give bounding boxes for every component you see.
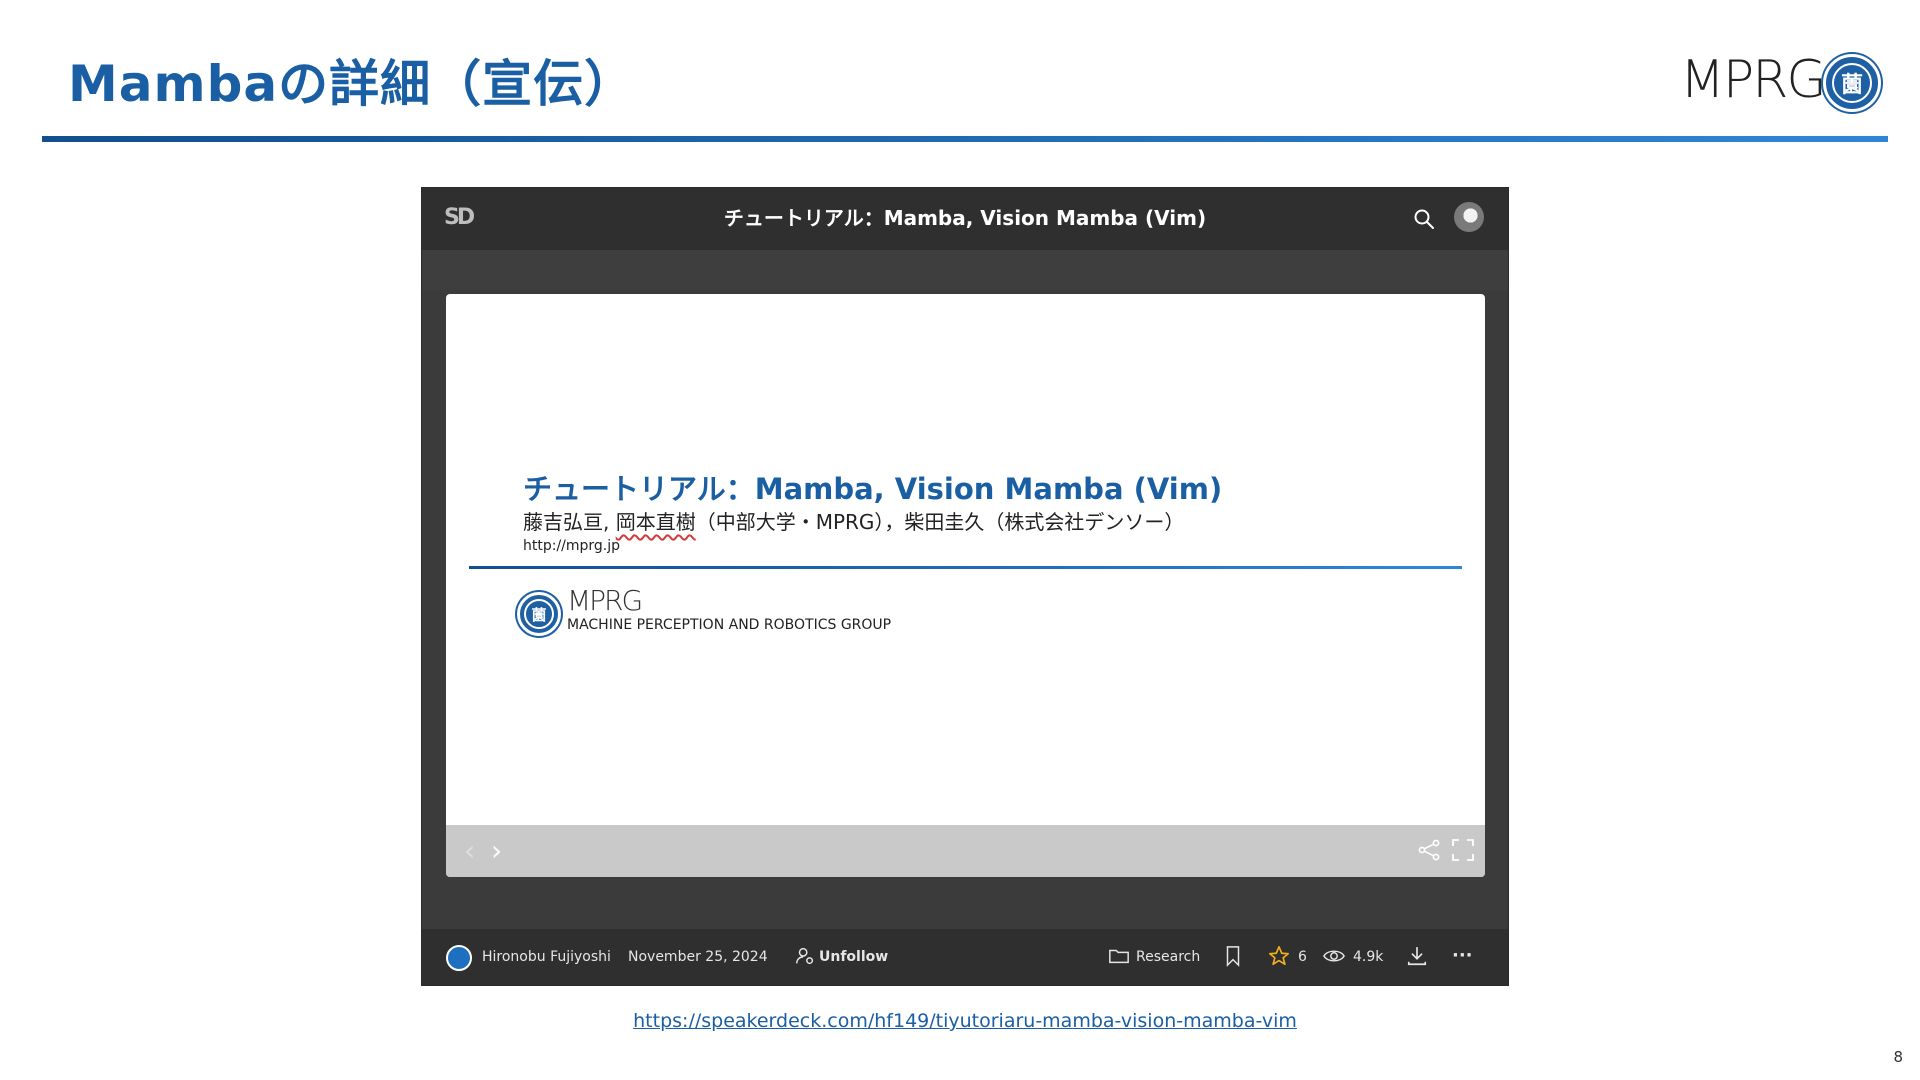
share-icon[interactable] <box>1417 838 1441 862</box>
fullscreen-icon[interactable] <box>1451 838 1475 862</box>
speakerdeck-subbar <box>422 250 1508 290</box>
slide-preview[interactable]: チュートリアル：Mamba, Vision Mamba (Vim) 藤吉弘亘, … <box>446 294 1485 877</box>
speakerdeck-topbar: SD チュートリアル：Mamba, Vision Mamba (Vim) <box>422 188 1508 250</box>
seal-glyph: 薗 <box>1832 63 1872 103</box>
preview-group-name: MACHINE PERCEPTION AND ROBOTICS GROUP <box>567 617 892 633</box>
speakerdeck-embed: SD チュートリアル：Mamba, Vision Mamba (Vim) チュー… <box>421 187 1509 986</box>
view-count: 4.9k <box>1353 949 1384 965</box>
authors-suffix: （中部大学・MPRG），柴田圭久（株式会社デンソー） <box>695 510 1185 534</box>
avatar[interactable] <box>1454 202 1484 232</box>
slide-title: Mambaの詳細（宣伝） <box>68 55 636 113</box>
author-name[interactable]: Hironobu Fujiyoshi <box>482 949 611 965</box>
preview-seal-glyph: 薗 <box>524 599 554 629</box>
slide-nav-bar: ‹ › <box>446 825 1485 877</box>
university-seal-icon: 薗 <box>1823 54 1881 112</box>
deck-title[interactable]: チュートリアル：Mamba, Vision Mamba (Vim) <box>422 202 1508 231</box>
preview-title: チュートリアル：Mamba, Vision Mamba (Vim) <box>523 472 1223 506</box>
folder-icon <box>1109 949 1129 964</box>
author-avatar-icon[interactable] <box>446 945 472 971</box>
preview-authors: 藤吉弘亘, 岡本直樹（中部大学・MPRG），柴田圭久（株式会社デンソー） <box>523 506 1184 535</box>
mprg-logo: MPRG <box>1680 50 1827 110</box>
publish-date: November 25, 2024 <box>628 949 768 965</box>
views-eye-icon <box>1323 950 1345 962</box>
bookmark-icon[interactable] <box>1222 945 1244 967</box>
authors-prefix: 藤吉弘亘, <box>523 510 616 534</box>
deck-info-bar: Hironobu Fujiyoshi November 25, 2024 Unf… <box>422 929 1508 985</box>
preview-divider <box>469 566 1462 569</box>
star-count: 6 <box>1298 949 1307 965</box>
category-link[interactable]: Research <box>1136 949 1200 965</box>
unfollow-button[interactable]: Unfollow <box>819 949 888 965</box>
page-number: 8 <box>1893 1048 1903 1066</box>
source-link[interactable]: https://speakerdeck.com/hf149/tiyutoriar… <box>0 1010 1920 1032</box>
search-icon[interactable] <box>1412 207 1436 231</box>
authors-highlight: 岡本直樹 <box>615 510 696 534</box>
header-divider <box>42 136 1888 142</box>
preview-mprg-logo: MPRG <box>567 584 643 617</box>
user-follow-icon[interactable] <box>794 945 816 967</box>
more-options-icon[interactable]: ··· <box>1452 945 1473 966</box>
prev-slide-icon[interactable]: ‹ <box>464 837 475 865</box>
download-icon[interactable] <box>1406 945 1428 967</box>
preview-seal-icon: 薗 <box>517 592 561 636</box>
next-slide-icon[interactable]: › <box>491 837 502 865</box>
star-icon[interactable] <box>1268 945 1290 967</box>
preview-url: http://mprg.jp <box>523 538 621 554</box>
